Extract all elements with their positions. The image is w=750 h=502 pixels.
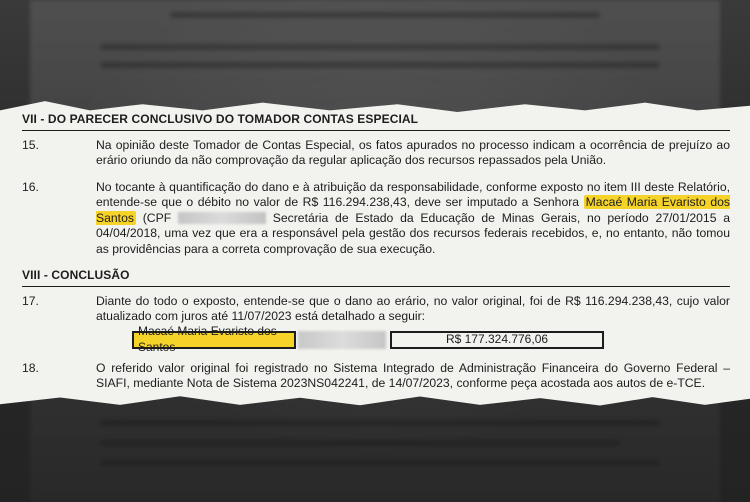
paragraph-text: Na opinião deste Tomador de Contas Espec… (96, 137, 730, 168)
redacted-cell (298, 330, 386, 349)
paragraph-18: 18. O referido valor original foi regist… (22, 361, 730, 392)
debt-table-name-cell: Macaé Maria Evaristo dos Santos (132, 324, 296, 354)
paragraph-number: 16. (22, 179, 39, 194)
redacted-cpf (177, 212, 266, 225)
paragraph-text: Diante do todo o exposto, entende-se que… (96, 293, 730, 324)
paragraph-number: 15. (22, 137, 39, 152)
section-vii-title: VII - DO PARECER CONCLUSIVO DO TOMADOR C… (22, 112, 730, 131)
paragraph-text-part: (CPF (142, 210, 172, 225)
paragraph-17: 17. Diante do todo o exposto, entende-se… (22, 294, 730, 325)
document-excerpt: VII - DO PARECER CONCLUSIVO DO TOMADOR C… (22, 112, 731, 403)
paragraph-number: 18. (22, 360, 39, 375)
debt-table-amount-cell: R$ 177.324.776,06 (390, 330, 604, 349)
paragraph-16: 16. No tocante à quantificação do dano e… (22, 179, 731, 258)
debt-table-row: Macaé Maria Evaristo dos Santos R$ 177.3… (132, 324, 730, 354)
paragraph-text: No tocante à quantificação do dano e à a… (96, 180, 731, 258)
section-viii-title: VIII - CONCLUSÃO (22, 268, 730, 287)
paragraph-number: 17. (22, 293, 39, 308)
paragraph-15: 15. Na opinião deste Tomador de Contas E… (22, 138, 730, 169)
torn-paper-strip: VII - DO PARECER CONCLUSIVO DO TOMADOR C… (0, 101, 750, 406)
paragraph-text: O referido valor original foi registrado… (96, 360, 730, 391)
